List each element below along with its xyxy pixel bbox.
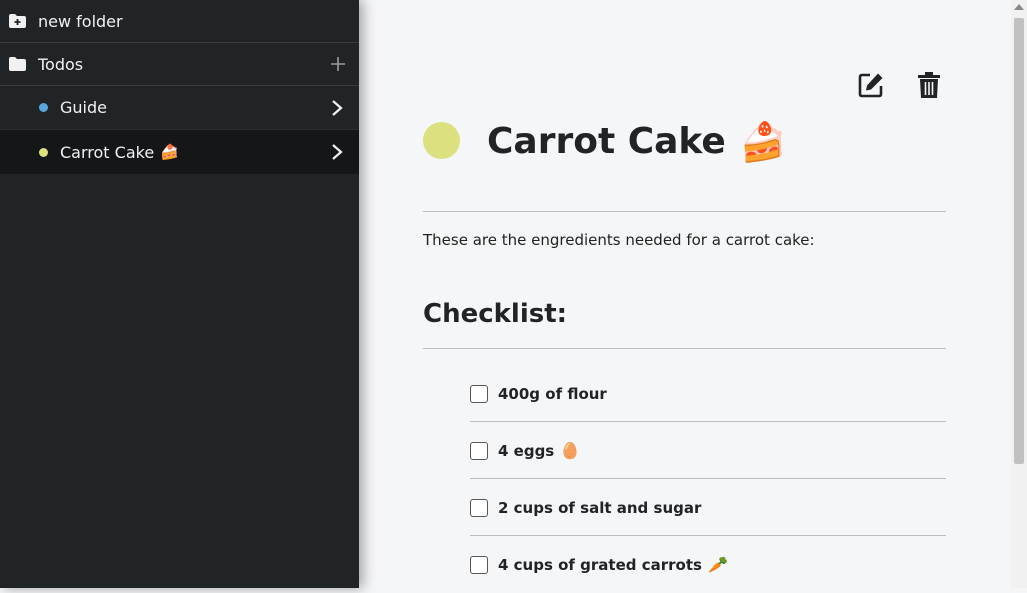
checkbox[interactable] xyxy=(470,384,488,403)
checkbox[interactable] xyxy=(470,441,488,460)
note-color-dot xyxy=(423,122,460,159)
sidebar-item-label: Carrot Cake xyxy=(60,142,155,162)
checklist-item: 2 cups of salt and sugar xyxy=(470,479,946,536)
checklist-item-text: 4 cups of grated carrots xyxy=(498,555,702,574)
note-color-dot xyxy=(39,103,48,112)
folder-plus-icon xyxy=(9,14,26,28)
plus-icon[interactable] xyxy=(330,56,346,72)
note-description: These are the engredients needed for a c… xyxy=(423,231,815,249)
sidebar-item-label: Guide xyxy=(60,98,107,117)
cake-emoji: 🍰 xyxy=(160,143,179,161)
checklist-title: Checklist: xyxy=(423,299,568,329)
trash-icon[interactable] xyxy=(917,71,941,99)
folder-label: Todos xyxy=(38,54,84,74)
new-folder-label: new folder xyxy=(38,11,123,31)
divider xyxy=(423,211,946,212)
checklist-item-text: 400g of flour xyxy=(498,384,607,403)
carrot-emoji: 🥕 xyxy=(707,555,728,574)
scrollbar-thumb[interactable] xyxy=(1014,18,1024,464)
sidebar-item-carrot-cake[interactable]: Carrot Cake 🍰 xyxy=(0,130,359,174)
sidebar: new folder Todos Guide Carrot Cake 🍰 xyxy=(0,0,359,588)
divider xyxy=(423,348,946,349)
checkbox[interactable] xyxy=(470,555,488,574)
checklist-item: 400g of flour xyxy=(470,365,946,422)
sidebar-item-guide[interactable]: Guide xyxy=(0,86,359,130)
new-folder-button[interactable]: new folder xyxy=(0,0,359,43)
note-view: Carrot Cake 🍰 These are the engredients … xyxy=(359,0,1011,588)
note-title: Carrot Cake xyxy=(487,121,726,162)
chevron-right-icon[interactable] xyxy=(331,143,343,161)
checklist-item-text: 4 eggs xyxy=(498,441,555,460)
checklist-item: 4 eggs 🥚 xyxy=(470,422,946,479)
cake-emoji: 🍰 xyxy=(739,120,788,164)
edit-icon[interactable] xyxy=(857,71,885,99)
scroll-up-arrow-icon[interactable] xyxy=(1014,4,1024,10)
egg-emoji: 🥚 xyxy=(560,441,581,460)
checkbox[interactable] xyxy=(470,498,488,517)
folder-icon xyxy=(9,57,26,71)
checklist-item-text: 2 cups of salt and sugar xyxy=(498,498,702,517)
page-title: Carrot Cake 🍰 xyxy=(487,118,787,166)
folder-todos[interactable]: Todos xyxy=(0,43,359,86)
note-color-dot xyxy=(39,147,48,157)
checklist-item: 4 cups of grated carrots 🥕 xyxy=(470,536,946,593)
chevron-right-icon[interactable] xyxy=(331,99,343,117)
